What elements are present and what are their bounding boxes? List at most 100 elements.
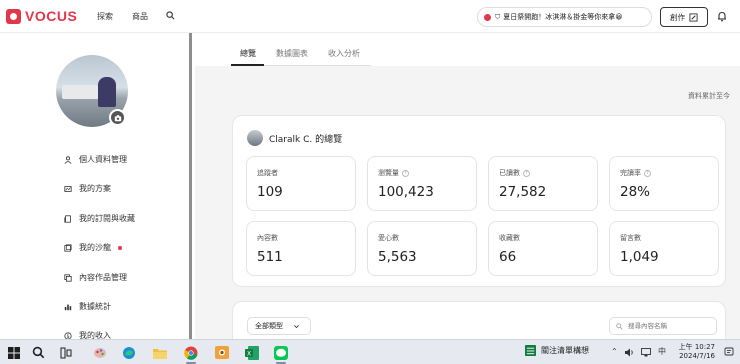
stat-label: 愛心數 — [378, 234, 399, 242]
promo-text: 夏日祭開跑！冰淇淋＆掛金等你來拿 — [503, 13, 616, 21]
stat-value: 100,423 — [378, 184, 434, 200]
content-type-dropdown[interactable]: 全部類型 — [247, 317, 311, 335]
overview-title: Claralk C. 的總覽 — [269, 134, 343, 145]
excel-app-icon[interactable]: X — [244, 345, 259, 360]
logo-text: VOCUS — [25, 8, 78, 24]
stat-label: 追蹤者 — [257, 169, 278, 177]
nav-products[interactable]: 商品 — [132, 11, 148, 22]
stat-value: 66 — [499, 249, 517, 265]
stat-label: 已讀數? — [499, 168, 530, 178]
sidebar-item-label: 內容作品管理 — [79, 273, 127, 282]
info-icon[interactable]: ? — [644, 169, 651, 177]
avatar-ship — [62, 85, 102, 99]
chevron-down-icon — [294, 324, 299, 328]
stat-value: 109 — [257, 184, 283, 200]
sidebar-item-label: 我的沙龍 — [79, 243, 111, 252]
system-clock[interactable]: 上午 10:27 2024/7/16 — [677, 343, 715, 361]
network-icon[interactable] — [641, 348, 651, 357]
tab-bar: 總覽 數據圖表 收入分析 — [195, 33, 740, 66]
sidebar-item-content[interactable]: 內容作品管理 — [64, 272, 127, 283]
active-tab-indicator — [231, 64, 264, 66]
bell-icon[interactable] — [717, 11, 727, 22]
sidebar-item-salon[interactable]: 我的沙龍 — [64, 242, 122, 253]
sidebar: 個人資料管理 我的方案 我的訂閱與收藏 我的沙龍 內容作品管理 數據統計 $ 我… — [0, 33, 192, 340]
info-icon[interactable]: ? — [523, 169, 530, 177]
stat-label: 瀏覽量? — [378, 168, 409, 178]
user-avatar — [247, 130, 263, 146]
photo-app-icon[interactable] — [214, 345, 229, 360]
main-content: 總覽 數據圖表 收入分析 資料累計至今 Claralk C. 的總覽 追蹤者 1… — [195, 33, 740, 351]
promo-emoji: 😀 — [615, 13, 623, 21]
stat-value: 1,049 — [620, 249, 659, 265]
sheet-app-icon — [525, 345, 536, 356]
stat-card-followers: 追蹤者 109 — [246, 156, 356, 211]
sidebar-item-profile[interactable]: 個人資料管理 — [64, 154, 127, 165]
stat-card-content-count: 內容數 511 — [246, 221, 356, 276]
dropdown-value: 全部類型 — [255, 322, 283, 330]
stat-card-completion-rate: 完讀率? 28% — [609, 156, 719, 211]
promo-dot-icon — [484, 13, 491, 21]
search-icon[interactable] — [166, 11, 175, 20]
avatar-person — [98, 77, 116, 107]
stat-card-views: 瀏覽量? 100,423 — [367, 156, 477, 211]
stat-label: 內容數 — [257, 234, 278, 242]
notification-center-icon[interactable] — [724, 347, 734, 357]
content-search-input[interactable] — [628, 322, 713, 330]
taskbar-active-window[interactable]: 關注清單構想 — [525, 345, 589, 356]
content-icon — [64, 273, 72, 282]
speaker-icon[interactable] — [624, 348, 634, 357]
search-icon[interactable] — [31, 345, 46, 360]
tab-charts[interactable]: 數據圖表 — [276, 48, 308, 59]
promo-banner[interactable]: ⛉ 夏日祭開跑！冰淇淋＆掛金等你來拿 😀 — [477, 7, 652, 27]
nav-explore[interactable]: 探索 — [97, 11, 113, 22]
stat-value: 511 — [257, 249, 283, 265]
vocus-logo[interactable]: VOCUS — [6, 8, 77, 24]
sidebar-item-plan[interactable]: 我的方案 — [64, 183, 111, 194]
chevron-up-icon[interactable]: ⌃ — [611, 347, 618, 356]
input-method-icon[interactable]: 中 — [658, 346, 666, 357]
sidebar-item-label: 我的方案 — [79, 184, 111, 193]
overview-card: Claralk C. 的總覽 追蹤者 109 瀏覽量? 100,423 已讀數?… — [232, 115, 726, 287]
person-icon — [64, 155, 72, 164]
line-app-icon[interactable] — [273, 345, 288, 360]
content-search-box[interactable] — [609, 317, 717, 335]
sidebar-item-label: 我的訂閱與收藏 — [79, 214, 135, 223]
shield-icon: ⛉ — [495, 12, 501, 21]
overview-header: Claralk C. 的總覽 — [247, 130, 342, 146]
file-explorer-icon[interactable] — [152, 345, 167, 360]
camera-icon — [114, 114, 121, 121]
tab-income-analysis[interactable]: 收入分析 — [328, 48, 360, 59]
create-label: 創作 — [670, 12, 685, 22]
clock-time: 上午 10:27 — [678, 343, 715, 351]
info-icon[interactable]: ? — [402, 169, 409, 177]
stat-card-saves: 收藏數 66 — [488, 221, 598, 276]
paint-app-icon[interactable] — [92, 345, 107, 360]
stat-label: 完讀率? — [620, 168, 651, 178]
stat-label: 留言數 — [620, 234, 641, 242]
windows-start-icon[interactable] — [6, 345, 21, 360]
tab-overview[interactable]: 總覽 — [240, 48, 256, 59]
stat-value: 27,582 — [499, 184, 547, 200]
task-view-icon[interactable] — [58, 345, 73, 360]
notification-dot-icon — [118, 245, 122, 250]
stat-label: 收藏數 — [499, 234, 520, 242]
svg-text:X: X — [246, 350, 250, 357]
edge-browser-icon[interactable] — [121, 345, 136, 360]
chart-icon — [64, 304, 72, 310]
clock-date: 2024/7/16 — [679, 352, 715, 360]
taskbar-window-title: 關注清單構想 — [541, 346, 589, 355]
stat-card-likes: 愛心數 5,563 — [367, 221, 477, 276]
windows-taskbar: X 關注清單構想 ⌃ 中 上午 10:27 2024/7/16 — [0, 339, 740, 364]
sidebar-item-subscriptions[interactable]: 我的訂閱與收藏 — [64, 213, 135, 224]
bookmark-icon — [64, 214, 71, 223]
stat-value: 5,563 — [378, 249, 417, 265]
data-cumulative-note: 資料累計至今 — [688, 92, 730, 100]
salon-icon — [64, 243, 72, 252]
create-button[interactable]: 創作 — [660, 7, 708, 27]
vocus-logo-mark — [6, 8, 21, 24]
sidebar-item-statistics[interactable]: 數據統計 — [64, 301, 111, 312]
change-avatar-button[interactable] — [109, 109, 126, 126]
sidebar-item-label: 數據統計 — [79, 302, 111, 311]
edit-icon — [689, 12, 698, 22]
chrome-browser-icon[interactable] — [183, 345, 198, 360]
